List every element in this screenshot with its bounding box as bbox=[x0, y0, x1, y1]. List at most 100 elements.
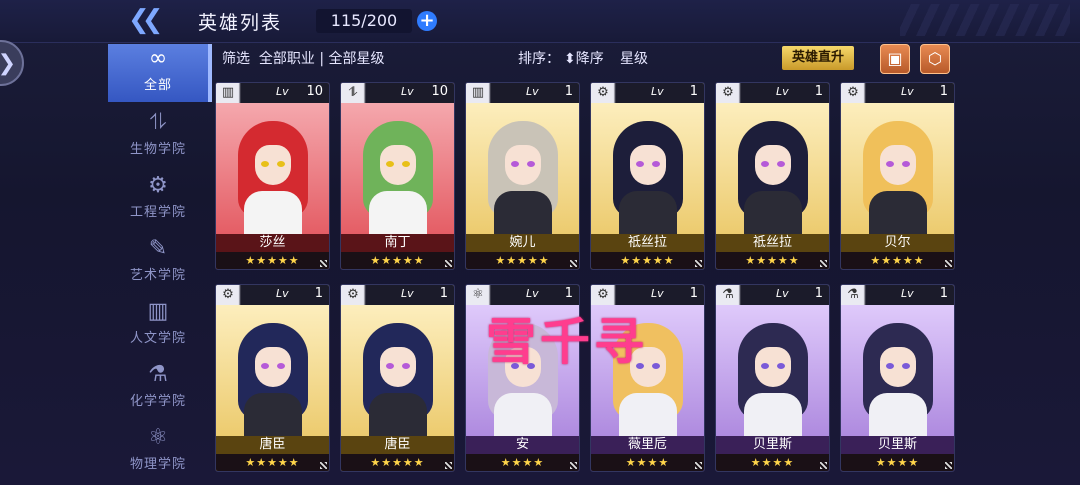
hero-portrait bbox=[216, 303, 329, 437]
level-label: Lv bbox=[526, 85, 539, 98]
sidebar-item-chemistry[interactable]: ⚗ 化学学院 bbox=[108, 360, 208, 418]
level-label: Lv bbox=[776, 85, 789, 98]
corner-grip-icon bbox=[945, 260, 952, 267]
card-header: ⚙ Lv 1 bbox=[591, 83, 704, 103]
hero-figure bbox=[863, 121, 933, 235]
filter-button[interactable]: 筛选 全部职业 | 全部星级 bbox=[222, 48, 385, 68]
plus-icon: + bbox=[419, 10, 435, 31]
hero-card[interactable]: ⚙ Lv 1 祗丝拉 ★★★★★ bbox=[715, 82, 830, 270]
hero-card[interactable]: ⚙ Lv 1 贝尔 ★★★★★ bbox=[840, 82, 955, 270]
level-value: 1 bbox=[689, 84, 698, 99]
hero-name: 唐臣 bbox=[341, 436, 454, 454]
hero-eye bbox=[386, 363, 394, 369]
page-title: 英雄列表 bbox=[198, 12, 283, 34]
star-rating: ★★★★ bbox=[591, 454, 704, 471]
sort-order-label: 降序 bbox=[575, 51, 604, 67]
level-value: 1 bbox=[814, 84, 823, 99]
sidebar-item-art[interactable]: ✎ 艺术学院 bbox=[108, 234, 208, 292]
hero-portrait bbox=[466, 101, 579, 235]
star-rating: ★★★★★ bbox=[341, 252, 454, 269]
sort-field-button[interactable]: 星级 bbox=[620, 48, 648, 68]
chevron-right-icon: ❯ bbox=[0, 51, 16, 76]
hero-card[interactable]: ▥ Lv 1 婉儿 ★★★★★ bbox=[465, 82, 580, 270]
hero-card[interactable]: ⚙ Lv 1 唐臣 ★★★★★ bbox=[340, 284, 455, 472]
hero-figure bbox=[488, 121, 558, 235]
hero-upgrade-button[interactable]: 英雄直升 bbox=[782, 46, 854, 70]
hexagon-icon: ⬡ bbox=[928, 49, 942, 68]
hero-figure bbox=[238, 323, 308, 437]
sidebar-item-all[interactable]: ∞ 全部 bbox=[108, 44, 212, 102]
sort-label: 排序： bbox=[518, 51, 560, 67]
level-value: 1 bbox=[439, 286, 448, 301]
card-header: ⚗ Lv 1 bbox=[841, 285, 954, 305]
sidebar-item-label: 物理学院 bbox=[129, 457, 186, 472]
hero-card[interactable]: ⥮ Lv 10 南丁 ★★★★★ bbox=[340, 82, 455, 270]
header-decoration bbox=[900, 4, 1070, 36]
hero-outfit bbox=[869, 191, 927, 235]
hero-eye bbox=[761, 161, 769, 167]
hero-portrait bbox=[341, 303, 454, 437]
hero-outfit bbox=[244, 191, 302, 235]
hero-card[interactable]: ▥ Lv 10 莎丝 ★★★★★ bbox=[215, 82, 330, 270]
corner-grip-icon bbox=[945, 462, 952, 469]
back-button[interactable]: ❮❮ bbox=[128, 7, 166, 34]
hero-eye bbox=[261, 363, 269, 369]
card-header: ⚙ Lv 1 bbox=[216, 285, 329, 305]
hero-name: 贝尔 bbox=[841, 234, 954, 252]
hero-outfit bbox=[744, 393, 802, 437]
palette-icon: ✎ bbox=[148, 236, 168, 261]
hero-figure bbox=[363, 121, 433, 235]
sort-order-button[interactable]: ⬍降序 bbox=[564, 48, 604, 68]
hero-eye bbox=[902, 363, 910, 369]
settings-button[interactable]: ⬡ bbox=[920, 44, 950, 74]
card-header: ⚗ Lv 1 bbox=[716, 285, 829, 305]
corner-grip-icon bbox=[695, 260, 702, 267]
hero-grid: ▥ Lv 10 莎丝 ★★★★★ ⥮ Lv 10 南丁 ★★★★★ ▥ Lv 1 婉儿 ★★★★★ ⚙ Lv 1 祗… bbox=[215, 82, 1080, 485]
id-card-icon: ▣ bbox=[887, 49, 903, 68]
hero-eye bbox=[277, 363, 285, 369]
star-rating: ★★★★ bbox=[841, 454, 954, 471]
hero-eye bbox=[652, 161, 660, 167]
hero-eye bbox=[886, 161, 894, 167]
corner-grip-icon bbox=[445, 260, 452, 267]
level-value: 1 bbox=[814, 286, 823, 301]
hero-card[interactable]: ⚗ Lv 1 贝里斯 ★★★★ bbox=[840, 284, 955, 472]
side-toggle-button[interactable]: ❯ bbox=[0, 40, 24, 86]
hero-portrait bbox=[591, 101, 704, 235]
level-label: Lv bbox=[401, 85, 414, 98]
star-rating: ★★★★★ bbox=[216, 454, 329, 471]
hero-figure bbox=[738, 323, 808, 437]
card-header: ⚙ Lv 1 bbox=[341, 285, 454, 305]
book-icon: ▥ bbox=[221, 85, 235, 100]
flask-icon: ⚗ bbox=[148, 362, 168, 387]
hero-portrait bbox=[716, 303, 829, 437]
card-header: ⚙ Lv 1 bbox=[841, 83, 954, 103]
hero-card[interactable]: ⚙ Lv 1 祗丝拉 ★★★★★ bbox=[590, 82, 705, 270]
sidebar-item-biology[interactable]: ⥮ 生物学院 bbox=[108, 108, 208, 166]
sidebar-item-humanities[interactable]: ▥ 人文学院 bbox=[108, 297, 208, 355]
corner-grip-icon bbox=[570, 260, 577, 267]
sidebar-item-physics[interactable]: ⚛ 物理学院 bbox=[108, 423, 208, 481]
level-label: Lv bbox=[276, 287, 289, 300]
hero-card[interactable]: ⚗ Lv 1 贝里斯 ★★★★ bbox=[715, 284, 830, 472]
hero-card[interactable]: ⚙ Lv 1 唐臣 ★★★★★ bbox=[215, 284, 330, 472]
hero-outfit bbox=[619, 393, 677, 437]
robot-icon: ⚙ bbox=[597, 85, 609, 100]
team-button[interactable]: ▣ bbox=[880, 44, 910, 74]
star-rating: ★★★★★ bbox=[341, 454, 454, 471]
star-rating: ★★★★★ bbox=[216, 252, 329, 269]
expand-capacity-button[interactable]: + bbox=[417, 11, 437, 31]
level-value: 1 bbox=[939, 84, 948, 99]
corner-grip-icon bbox=[445, 462, 452, 469]
hero-name: 唐臣 bbox=[216, 436, 329, 454]
star-rating: ★★★★★ bbox=[466, 252, 579, 269]
hero-name: 贝里斯 bbox=[841, 436, 954, 454]
sidebar-item-engineering[interactable]: ⚙ 工程学院 bbox=[108, 171, 208, 229]
hero-figure bbox=[238, 121, 308, 235]
hero-eye bbox=[511, 161, 519, 167]
hero-eye bbox=[886, 363, 894, 369]
atom-icon: ⚛ bbox=[148, 425, 168, 450]
hero-outfit bbox=[494, 191, 552, 235]
hero-eye bbox=[636, 161, 644, 167]
hero-count: 115/200 bbox=[316, 9, 412, 33]
